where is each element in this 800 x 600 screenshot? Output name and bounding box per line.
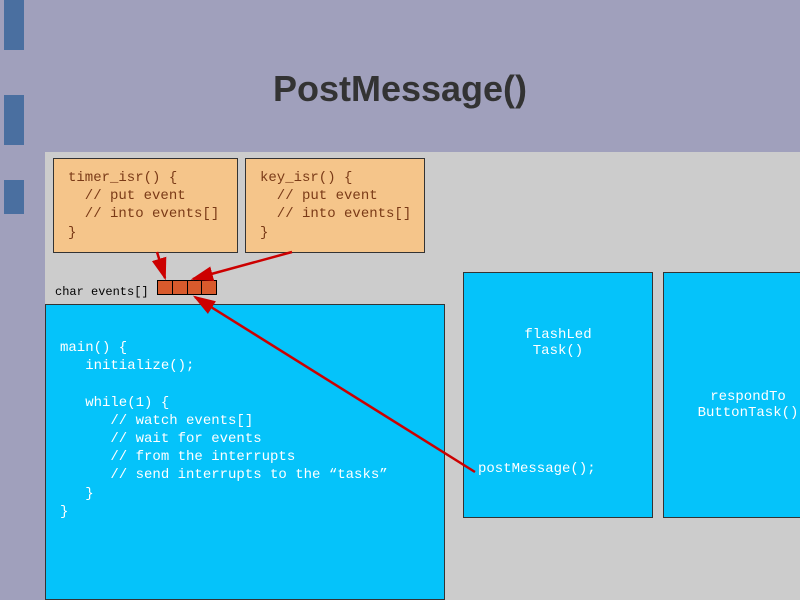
events-cell	[202, 281, 216, 294]
events-cell	[173, 281, 188, 294]
events-array	[157, 280, 217, 295]
respond-label: respondTo ButtonTask()	[664, 389, 800, 421]
key-isr-box: key_isr() { // put event // into events[…	[245, 158, 425, 253]
slide-tab-1	[4, 0, 24, 50]
slide-title: PostMessage()	[0, 68, 800, 110]
diagram-canvas: timer_isr() { // put event // into event…	[45, 152, 800, 600]
events-cell	[188, 281, 203, 294]
respond-task-box: respondTo ButtonTask()	[663, 272, 800, 518]
timer-isr-box: timer_isr() { // put event // into event…	[53, 158, 238, 253]
flashled-task-box: flashLed Task() postMessage();	[463, 272, 653, 518]
main-box: main() { initialize(); while(1) { // wat…	[45, 304, 445, 600]
postmessage-call: postMessage();	[478, 461, 596, 477]
events-label: char events[]	[55, 285, 149, 299]
flashled-label: flashLed Task()	[464, 327, 652, 359]
slide-tab-3	[4, 180, 24, 214]
events-cell	[158, 281, 173, 294]
